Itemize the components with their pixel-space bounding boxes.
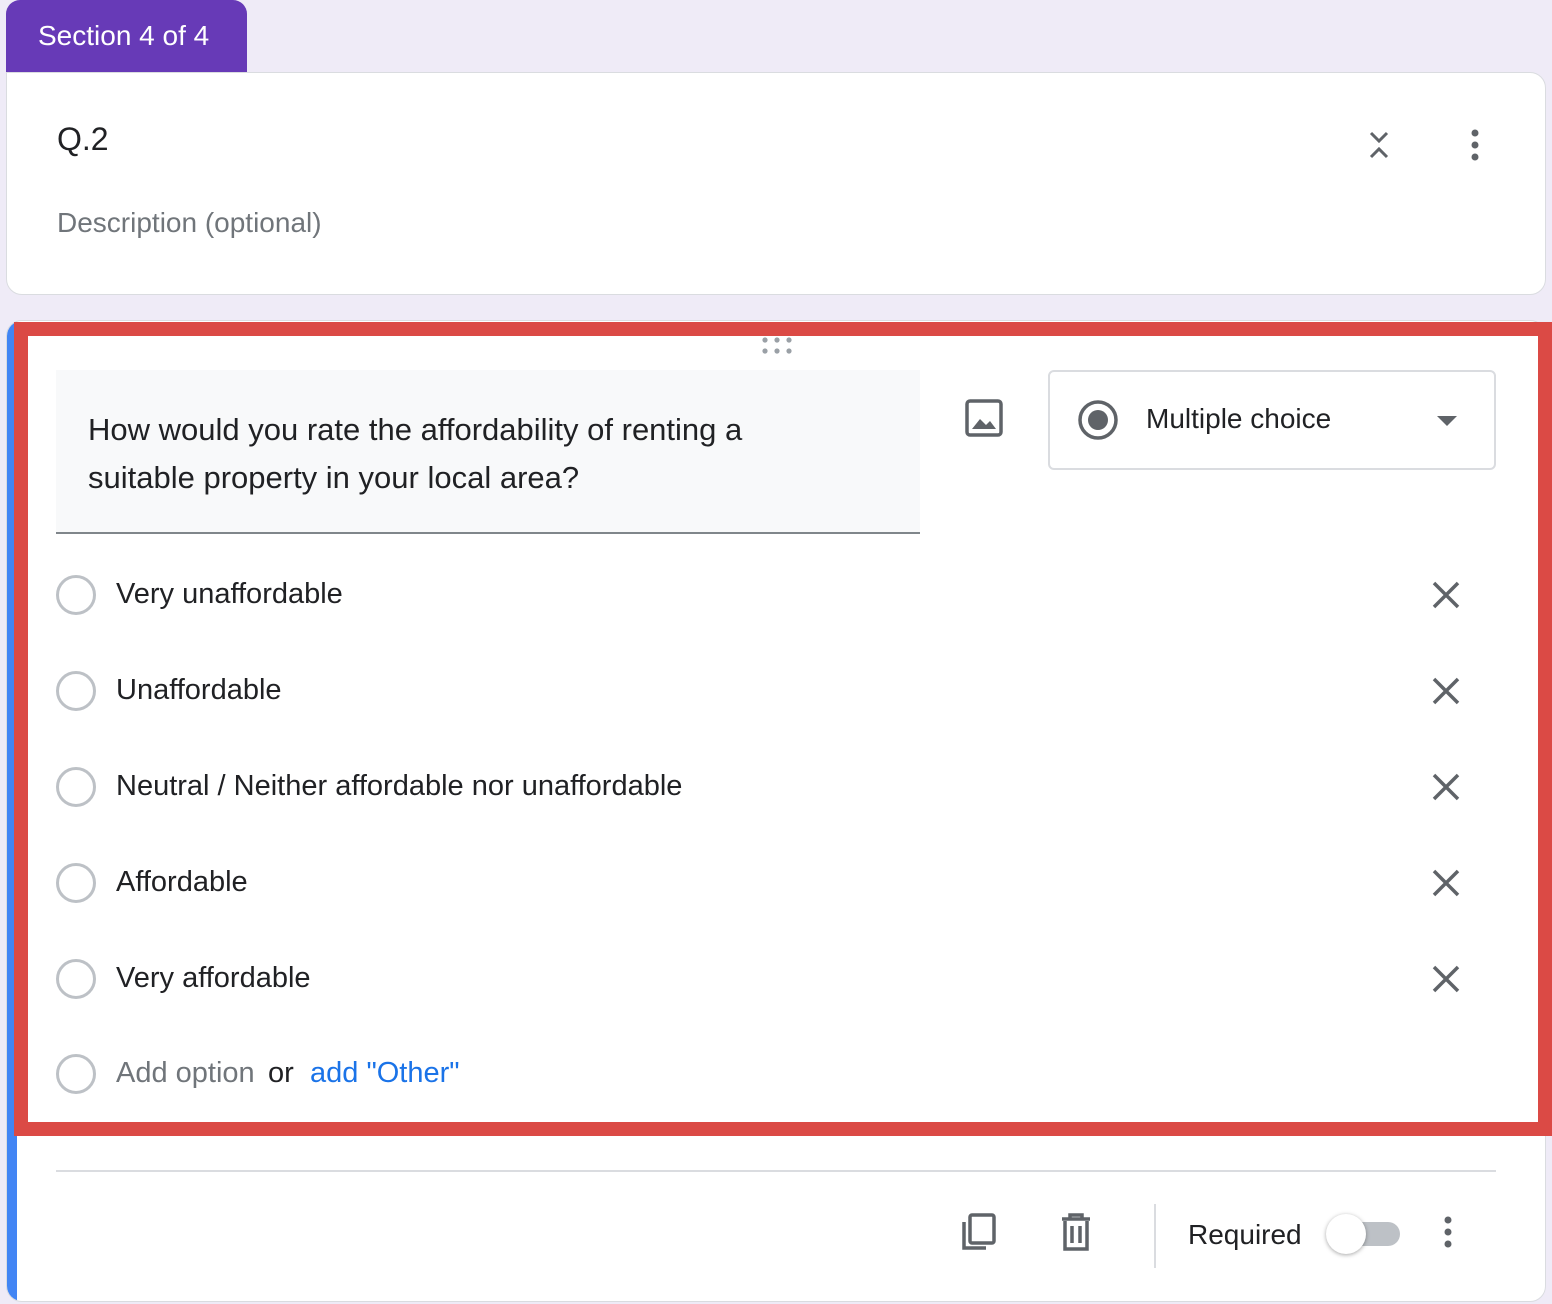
question-title-input[interactable]: How would you rate the affordability of … — [56, 370, 920, 534]
radio-empty-icon — [56, 767, 96, 807]
section-description-field[interactable]: Description (optional) — [57, 207, 322, 239]
or-text: or — [268, 1057, 294, 1089]
add-option-input[interactable]: Add option — [116, 1057, 255, 1090]
more-vert-icon[interactable] — [1428, 1212, 1468, 1252]
active-indicator — [7, 321, 17, 1301]
radio-empty-icon — [56, 959, 96, 999]
question-type-label: Multiple choice — [1146, 403, 1332, 434]
option-row[interactable]: Very unaffordable — [56, 565, 1486, 625]
required-toggle[interactable] — [1326, 1212, 1402, 1254]
collapse-icon[interactable] — [1359, 125, 1399, 165]
footer-divider — [56, 1170, 1496, 1172]
add-option-row: Add option or add "Other" — [56, 1044, 1486, 1104]
option-row[interactable]: Neutral / Neither affordable nor unaffor… — [56, 757, 1486, 817]
add-other-link[interactable]: add "Other" — [310, 1057, 460, 1090]
radio-empty-icon — [56, 575, 96, 615]
radio-empty-icon — [56, 863, 96, 903]
radio-empty-icon — [56, 671, 96, 711]
option-label[interactable]: Unaffordable — [116, 674, 282, 707]
option-label[interactable]: Affordable — [116, 866, 248, 899]
section-title[interactable]: Q.2 — [57, 121, 109, 158]
option-label[interactable]: Very affordable — [116, 962, 311, 995]
toggle-knob — [1326, 1214, 1366, 1254]
option-row[interactable]: Very affordable — [56, 949, 1486, 1009]
footer-separator — [1154, 1204, 1156, 1268]
close-icon[interactable] — [1428, 673, 1464, 709]
close-icon[interactable] — [1428, 961, 1464, 997]
image-icon[interactable] — [962, 396, 1006, 440]
trash-icon[interactable] — [1054, 1210, 1098, 1254]
drag-handle-icon[interactable] — [760, 336, 794, 356]
required-label: Required — [1188, 1219, 1302, 1250]
close-icon[interactable] — [1428, 769, 1464, 805]
section-header-card[interactable]: Q.2 Description (optional) — [6, 72, 1546, 295]
radio-empty-icon — [56, 1054, 96, 1094]
option-row[interactable]: Unaffordable — [56, 661, 1486, 721]
more-vert-icon[interactable] — [1455, 125, 1495, 165]
question-type-select[interactable]: Multiple choice — [1048, 370, 1496, 470]
option-row[interactable]: Affordable — [56, 853, 1486, 913]
section-tab: Section 4 of 4 — [6, 0, 247, 72]
close-icon[interactable] — [1428, 865, 1464, 901]
copy-icon[interactable] — [956, 1210, 1000, 1254]
option-label[interactable]: Very unaffordable — [116, 578, 343, 611]
radio-filled-icon — [1078, 400, 1118, 440]
close-icon[interactable] — [1428, 577, 1464, 613]
dropdown-arrow-icon — [1437, 416, 1457, 426]
option-label[interactable]: Neutral / Neither affordable nor unaffor… — [116, 770, 682, 803]
question-text: How would you rate the affordability of … — [88, 412, 743, 495]
